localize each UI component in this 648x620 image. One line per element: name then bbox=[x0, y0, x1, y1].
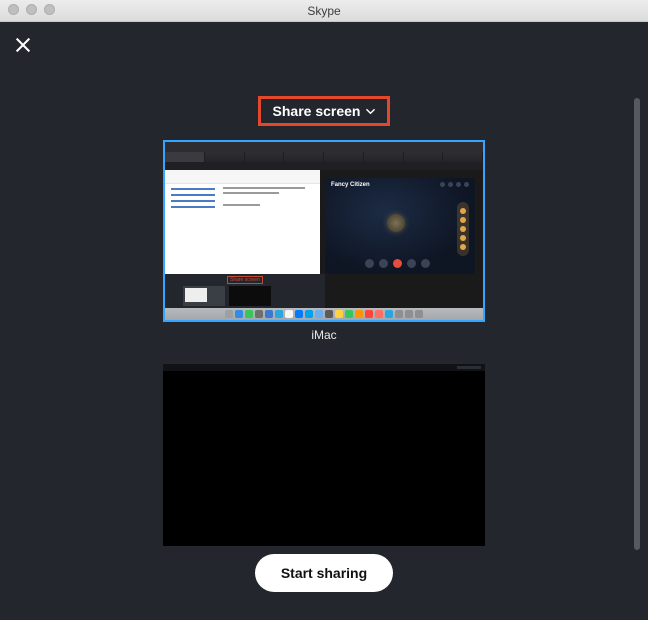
dock-app-icon bbox=[375, 310, 383, 318]
dock-app-icon bbox=[345, 310, 353, 318]
dropdown-container: Share screen bbox=[0, 96, 648, 126]
chevron-down-icon bbox=[366, 107, 375, 116]
mini-skype-call-overlay: Fancy Citizen bbox=[325, 178, 475, 274]
dock-app-icon bbox=[415, 310, 423, 318]
dock-app-icon bbox=[355, 310, 363, 318]
mini-document-window bbox=[165, 170, 320, 275]
dock-app-icon bbox=[275, 310, 283, 318]
dock-app-icon bbox=[245, 310, 253, 318]
dock-app-icon bbox=[295, 310, 303, 318]
traffic-lights bbox=[8, 4, 55, 15]
mini-urlbar bbox=[165, 162, 483, 170]
dropdown-label: Share screen bbox=[273, 103, 361, 119]
dock-app-icon bbox=[285, 310, 293, 318]
screen-thumbnail-secondary[interactable] bbox=[163, 364, 485, 546]
annotation-highlight: Share screen bbox=[258, 96, 391, 126]
mini-avatar bbox=[387, 214, 405, 232]
footer: Start sharing bbox=[0, 554, 648, 592]
dock-app-icon bbox=[255, 310, 263, 318]
traffic-minimize[interactable] bbox=[26, 4, 37, 15]
overlay-scrollbar[interactable] bbox=[634, 98, 640, 550]
start-sharing-button[interactable]: Start sharing bbox=[255, 554, 393, 592]
mini-menubar bbox=[165, 142, 483, 152]
mini-browser-tabs bbox=[165, 152, 483, 162]
dock-app-icon bbox=[385, 310, 393, 318]
screen-thumbnail-selected[interactable]: Fancy Citizen Share screen bbox=[163, 140, 485, 322]
window-titlebar: Skype bbox=[0, 0, 648, 22]
dock-app-icon bbox=[315, 310, 323, 318]
share-source-dropdown[interactable]: Share screen bbox=[273, 103, 376, 119]
mini-dock bbox=[165, 308, 483, 320]
dock-app-icon bbox=[325, 310, 333, 318]
window-title: Skype bbox=[307, 4, 340, 18]
dock-app-icon bbox=[225, 310, 233, 318]
mini-nested-share-dialog: Share screen bbox=[165, 274, 325, 308]
dock-app-icon bbox=[365, 310, 373, 318]
mini-skype-name: Fancy Citizen bbox=[331, 182, 370, 188]
dock-app-icon bbox=[405, 310, 413, 318]
traffic-close[interactable] bbox=[8, 4, 19, 15]
mini-menubar-2 bbox=[163, 364, 485, 371]
dock-app-icon bbox=[395, 310, 403, 318]
screen-thumbnail-label: iMac bbox=[311, 328, 336, 342]
traffic-zoom[interactable] bbox=[44, 4, 55, 15]
screen-thumbnails: Fancy Citizen Share screen iMac bbox=[0, 140, 648, 546]
share-screen-dialog: Share screen Fancy Citizen bbox=[0, 22, 648, 620]
close-icon[interactable] bbox=[14, 36, 32, 54]
dock-app-icon bbox=[335, 310, 343, 318]
dock-app-icon bbox=[265, 310, 273, 318]
dock-app-icon bbox=[235, 310, 243, 318]
dock-app-icon bbox=[305, 310, 313, 318]
